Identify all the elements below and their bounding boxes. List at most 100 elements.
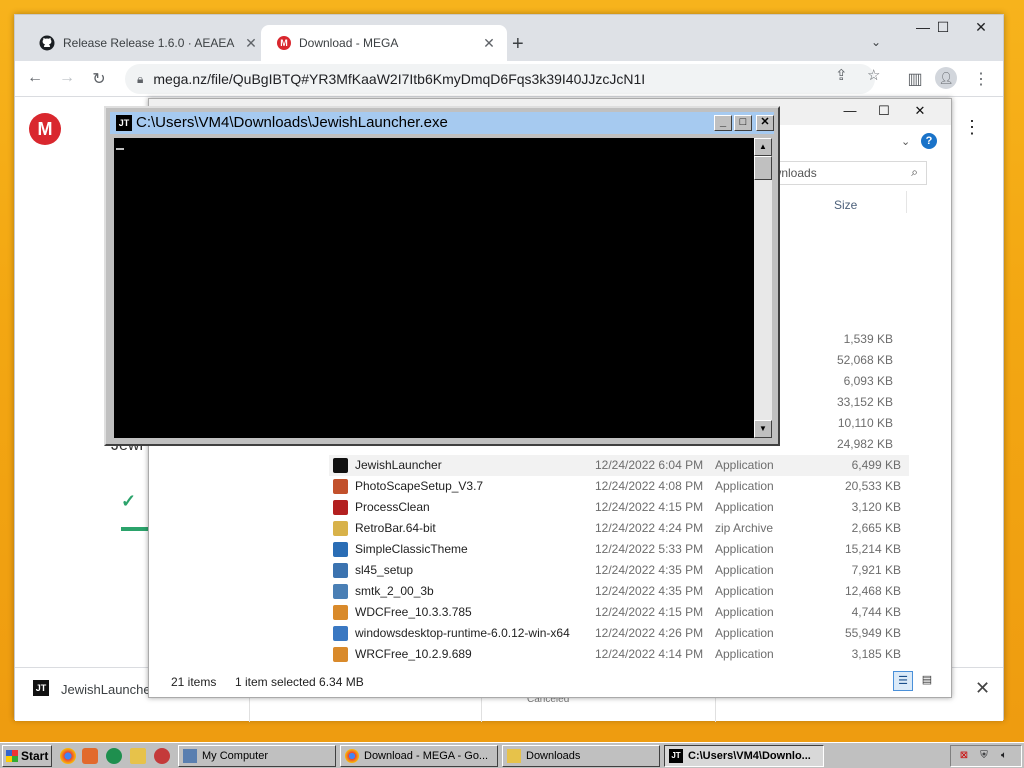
file-type: Application xyxy=(715,479,774,493)
scroll-thumb[interactable] xyxy=(754,156,772,180)
taskbar-item-console[interactable]: JT C:\Users\VM4\Downlo... xyxy=(664,745,824,767)
back-icon[interactable]: ← xyxy=(25,69,45,87)
start-button[interactable]: Start xyxy=(2,745,52,767)
file-row[interactable]: windowsdesktop-runtime-6.0.12-win-x64 12/… xyxy=(329,623,909,644)
console-scrollbar[interactable]: ▲ ▼ xyxy=(754,138,772,438)
file-name: WDCFree_10.3.3.785 xyxy=(355,605,472,619)
list-item[interactable]: 24,982 KB xyxy=(829,434,901,455)
file-date: 12/24/2022 4:26 PM xyxy=(595,626,704,640)
folder-icon xyxy=(507,749,521,763)
tab-close-icon[interactable]: ✕ xyxy=(243,35,259,52)
tab-title: Download - MEGA xyxy=(299,36,399,50)
details-view-icon[interactable]: ☰ xyxy=(893,671,913,691)
file-size: 12,468 KB xyxy=(844,584,901,598)
shield-icon[interactable]: ⛨ xyxy=(977,749,991,763)
console-maximize-button[interactable]: □ xyxy=(734,115,752,131)
file-type: Application xyxy=(715,584,774,598)
file-row[interactable]: SimpleClassicTheme 12/24/2022 5:33 PM Appl… xyxy=(329,539,909,560)
tab-mega-download[interactable]: M Download - MEGA ✕ xyxy=(261,25,507,61)
lock-icon[interactable]: 🔒︎ xyxy=(137,72,143,87)
explorer-maximize-button[interactable]: ☐ xyxy=(869,103,899,119)
list-item[interactable]: 52,068 KB xyxy=(829,350,901,371)
ribbon-expand-icon[interactable]: ⌄ xyxy=(901,135,910,148)
file-row[interactable]: smtk_2_00_3b 12/24/2022 4:35 PM Applicatio… xyxy=(329,581,909,602)
new-tab-button[interactable]: + xyxy=(512,33,524,56)
file-icon xyxy=(333,563,348,578)
help-icon[interactable]: ? xyxy=(921,133,937,149)
shelf-close-button[interactable]: ✕ xyxy=(975,678,990,699)
file-date: 12/24/2022 5:33 PM xyxy=(595,542,704,556)
explorer-close-button[interactable]: ✕ xyxy=(905,103,935,119)
file-date: 12/24/2022 4:08 PM xyxy=(595,479,704,493)
side-panel-icon[interactable]: ▥ xyxy=(905,69,925,89)
ccleaner-quicklaunch-icon[interactable] xyxy=(154,748,170,764)
chrome-menu-icon[interactable]: ⋮ xyxy=(971,69,991,89)
task-label: My Computer xyxy=(202,750,269,762)
large-icons-view-icon[interactable]: ▤ xyxy=(917,671,937,691)
scroll-down-icon[interactable]: ▼ xyxy=(754,420,772,438)
taskbar-item-my-computer[interactable]: My Computer xyxy=(178,745,336,767)
taskbar-item-chrome[interactable]: Download - MEGA - Go... xyxy=(340,745,498,767)
file-size: 6,093 KB xyxy=(843,374,893,388)
explorer-minimize-button[interactable]: — xyxy=(835,103,865,118)
search-downloads-input[interactable]: ownloads ⌕ xyxy=(757,161,927,185)
mega-logo[interactable]: M xyxy=(29,113,61,145)
taskbar: Start My Computer Download - MEGA - Go..… xyxy=(0,742,1024,768)
forward-icon[interactable]: → xyxy=(57,69,77,87)
network-status-icon[interactable]: ⊠ xyxy=(957,749,971,763)
file-row[interactable]: RetroBar.64-bit 12/24/2022 4:24 PM zip Arc… xyxy=(329,518,909,539)
file-type: Application xyxy=(715,563,774,577)
bookmark-star-icon[interactable]: ☆ xyxy=(867,66,880,84)
chrome-close-button[interactable]: ✕ xyxy=(967,19,995,36)
file-row[interactable]: WDCFree_10.3.3.785 12/24/2022 4:15 PM Appl… xyxy=(329,602,909,623)
reload-icon[interactable]: ↻ xyxy=(89,69,109,89)
file-size: 2,665 KB xyxy=(851,521,901,535)
utility-quicklaunch-icon[interactable] xyxy=(106,748,122,764)
tab-github-release[interactable]: Release Release 1.6.0 · AEAEAEAE ✕ xyxy=(23,25,269,61)
file-size: 55,949 KB xyxy=(844,626,901,640)
file-type: zip Archive xyxy=(715,521,774,535)
list-item[interactable]: 10,110 KB xyxy=(829,413,901,434)
file-type: Application xyxy=(715,647,774,661)
file-date: 12/24/2022 4:24 PM xyxy=(595,521,704,535)
file-list: JewishLauncher 12/24/2022 6:04 PM Applicat… xyxy=(329,455,909,665)
chrome-quicklaunch-icon[interactable] xyxy=(60,748,76,764)
mega-favicon-icon: M xyxy=(277,36,291,50)
list-item[interactable]: 33,152 KB xyxy=(829,392,901,413)
file-row[interactable]: JewishLauncher 12/24/2022 6:04 PM Applicat… xyxy=(329,455,909,476)
mega-menu-icon[interactable]: ⋮ xyxy=(963,117,981,138)
file-type: Application xyxy=(715,542,774,556)
github-icon xyxy=(39,35,55,51)
file-row[interactable]: ProcessClean 12/24/2022 4:15 PM Applicatio… xyxy=(329,497,909,518)
scroll-up-icon[interactable]: ▲ xyxy=(754,138,772,156)
file-date: 12/24/2022 4:15 PM xyxy=(595,605,704,619)
address-bar[interactable]: 🔒︎ mega.nz/file/QuBgIBTQ#YR3MfKaaW2I7Itb… xyxy=(125,64,875,94)
profile-avatar-icon[interactable]: 👤︎ xyxy=(935,67,957,89)
console-screen[interactable] xyxy=(114,138,754,438)
taskbar-item-downloads[interactable]: Downloads xyxy=(502,745,660,767)
search-icon[interactable]: ⌕ xyxy=(911,165,918,180)
column-divider xyxy=(906,191,907,213)
column-header-size[interactable]: Size xyxy=(834,198,857,212)
shelf-item-name[interactable]: JewishLauncher xyxy=(61,682,155,697)
system-tray: ⊠ ⛨ 🔈︎ xyxy=(950,745,1022,767)
tab-close-icon[interactable]: ✕ xyxy=(481,35,497,52)
folder-quicklaunch-icon[interactable] xyxy=(130,748,146,764)
file-size: 10,110 KB xyxy=(837,416,893,430)
console-minimize-button[interactable]: _ xyxy=(714,115,732,131)
list-item[interactable]: 6,093 KB xyxy=(829,371,901,392)
chrome-maximize-button[interactable]: ☐ xyxy=(929,19,957,36)
app-quicklaunch-icon[interactable] xyxy=(82,748,98,764)
file-row[interactable]: PhotoScapeSetup_V3.7 12/24/2022 4:08 PM Ap… xyxy=(329,476,909,497)
file-row[interactable]: WRCFree_10.2.9.689 12/24/2022 4:14 PM Appl… xyxy=(329,644,909,665)
console-titlebar[interactable]: JT C:\Users\VM4\Downloads\JewishLauncher… xyxy=(110,112,774,134)
file-size: 1,539 KB xyxy=(843,332,893,346)
volume-icon[interactable]: 🔈︎ xyxy=(997,749,1011,763)
share-icon[interactable]: ⇪ xyxy=(835,66,848,84)
list-item[interactable]: 1,539 KB xyxy=(829,329,901,350)
console-close-button[interactable]: ✕ xyxy=(756,115,774,131)
file-row[interactable]: sl45_setup 12/24/2022 4:35 PM Application 7… xyxy=(329,560,909,581)
file-name: SimpleClassicTheme xyxy=(355,542,468,556)
tab-search-chevron-icon[interactable]: ⌄ xyxy=(871,35,881,49)
tab-strip: Release Release 1.6.0 · AEAEAEAE ✕ M Dow… xyxy=(15,15,1003,61)
